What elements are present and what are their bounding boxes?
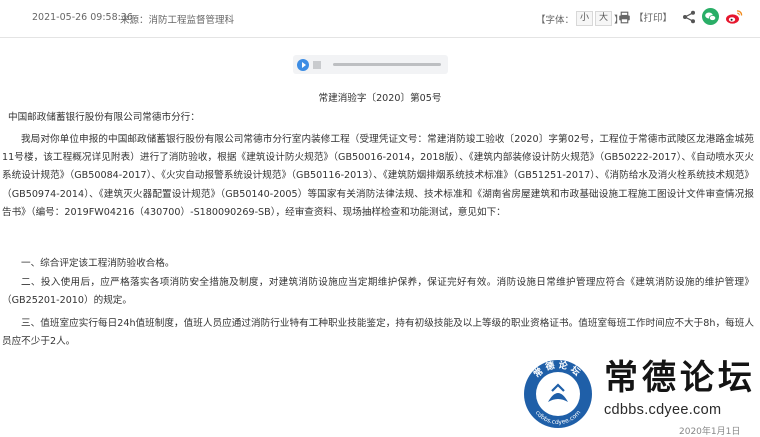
share-bar: [682, 8, 743, 25]
forum-url: cdbbs.cdyee.com: [604, 402, 722, 418]
print-button[interactable]: 【打印】: [618, 10, 672, 24]
opinion-item-2: 二、投入使用后，应严格落实各项消防安全措施及制度，对建筑消防设施应当定期维护保养…: [2, 277, 754, 307]
font-size-label-open: 【字体：: [536, 14, 575, 26]
forum-watermark: 常德论坛 cdbbs.cdyee.com 常德论坛 cdbbs.cdyee.co…: [522, 356, 760, 431]
printer-icon: [619, 11, 630, 23]
play-icon[interactable]: [297, 58, 309, 71]
stop-icon[interactable]: [313, 60, 321, 69]
opinion-item-1: 一、综合评定该工程消防验收合格。: [21, 258, 175, 269]
document-number: 常建消验字〔2020〕第05号: [318, 93, 442, 104]
forum-title: 常德论坛: [604, 358, 756, 398]
article-meta-bar: 2021-05-26 09:58:36 来源：消防工程监督管理科 【字体： 小 …: [0, 0, 760, 38]
print-label: 【打印】: [634, 13, 673, 24]
font-small-button[interactable]: 小: [576, 11, 594, 26]
body-paragraph: 我局对你单位申报的中国邮政储蓄银行股份有限公司常德市分行室内装修工程（受理凭证文…: [2, 134, 754, 218]
font-size-control: 【字体： 小 大 】: [536, 11, 624, 26]
addressee: 中国邮政储蓄银行股份有限公司常德市分行：: [8, 112, 200, 123]
weibo-icon[interactable]: [725, 9, 743, 25]
forum-logo-icon: 常德论坛 cdbbs.cdyee.com: [524, 359, 592, 428]
wechat-icon[interactable]: [702, 8, 719, 25]
audio-progress-track[interactable]: [333, 63, 441, 66]
source-label: 来源：消防工程监督管理科: [120, 15, 235, 26]
share-icon[interactable]: [682, 10, 696, 24]
opinion-item-3: 三、值班室应实行每日24h值班制度，值班人员应通过消防行业特有工种职业技能鉴定，…: [2, 318, 754, 348]
publish-date: 2021-05-26 09:58:36: [32, 12, 133, 23]
audio-player: [293, 55, 448, 74]
font-large-button[interactable]: 大: [595, 11, 613, 26]
